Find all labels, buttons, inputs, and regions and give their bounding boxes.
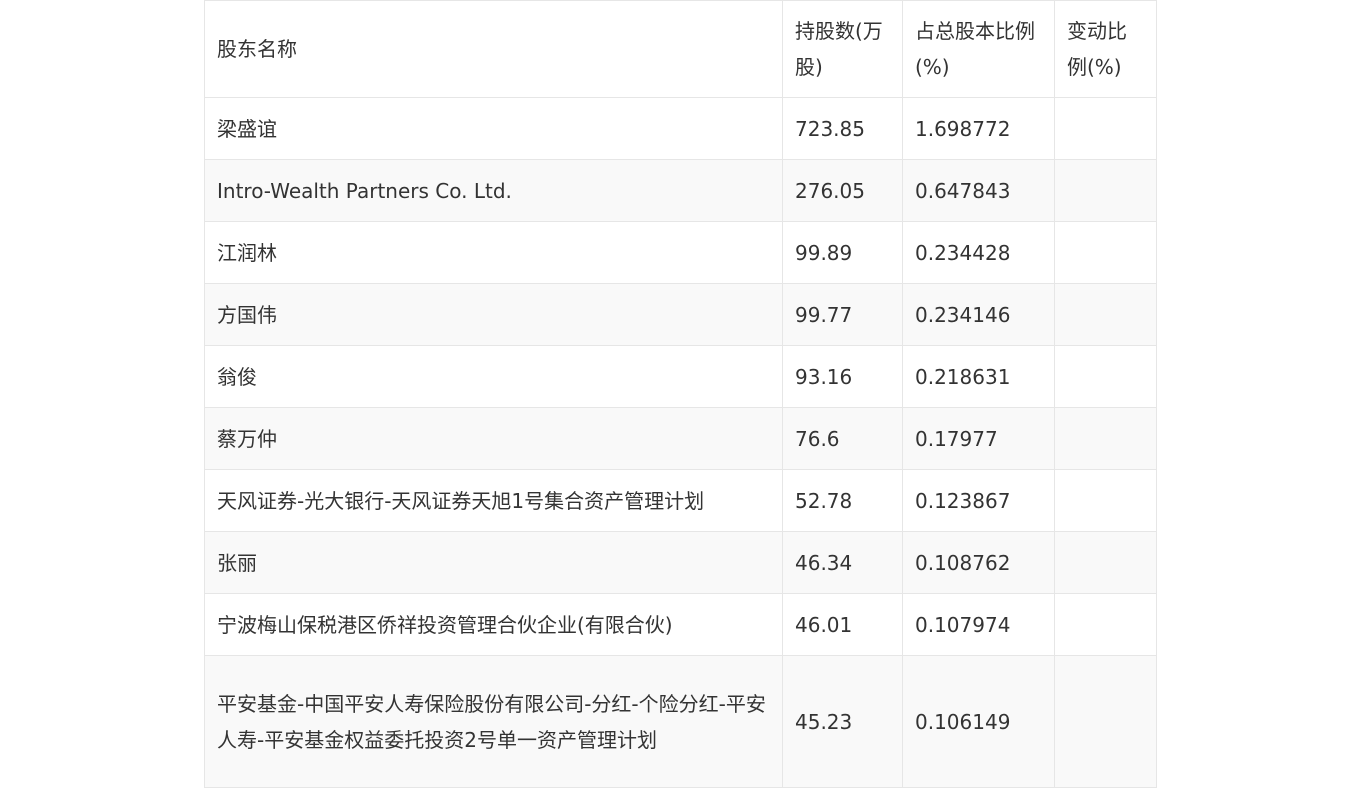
cell-share-ratio: 0.647843	[902, 159, 1055, 222]
cell-change-ratio	[1054, 531, 1157, 594]
header-shareholder-name: 股东名称	[204, 0, 783, 98]
cell-share-ratio: 0.234428	[902, 221, 1055, 284]
cell-share-ratio: 0.17977	[902, 407, 1055, 470]
cell-shareholder-name: 张丽	[204, 531, 783, 594]
header-share-ratio: 占总股本比例(%)	[902, 0, 1055, 98]
cell-shares-held: 99.77	[782, 283, 903, 346]
header-change-ratio: 变动比例(%)	[1054, 0, 1157, 98]
cell-shares-held: 93.16	[782, 345, 903, 408]
cell-change-ratio	[1054, 159, 1157, 222]
cell-share-ratio: 0.106149	[902, 655, 1055, 788]
table-row: 张丽 46.34 0.108762	[204, 531, 1157, 594]
cell-shares-held: 46.01	[782, 593, 903, 656]
shareholder-table-container: 股东名称 持股数(万股) 占总股本比例(%) 变动比例(%) 梁盛谊 723.8…	[204, 0, 1157, 788]
cell-share-ratio: 0.218631	[902, 345, 1055, 408]
cell-change-ratio	[1054, 283, 1157, 346]
cell-shareholder-name: Intro-Wealth Partners Co. Ltd.	[204, 159, 783, 222]
cell-change-ratio	[1054, 469, 1157, 532]
table-row: 翁俊 93.16 0.218631	[204, 345, 1157, 408]
cell-change-ratio	[1054, 593, 1157, 656]
cell-shares-held: 52.78	[782, 469, 903, 532]
header-shares-held: 持股数(万股)	[782, 0, 903, 98]
table-row: 梁盛谊 723.85 1.698772	[204, 97, 1157, 160]
table-header-row: 股东名称 持股数(万股) 占总股本比例(%) 变动比例(%)	[204, 0, 1157, 98]
table-row: 天风证券-光大银行-天风证券天旭1号集合资产管理计划 52.78 0.12386…	[204, 469, 1157, 532]
cell-share-ratio: 0.123867	[902, 469, 1055, 532]
table-row: 方国伟 99.77 0.234146	[204, 283, 1157, 346]
cell-shareholder-name: 梁盛谊	[204, 97, 783, 160]
cell-shares-held: 276.05	[782, 159, 903, 222]
cell-shareholder-name: 江润林	[204, 221, 783, 284]
cell-shareholder-name: 翁俊	[204, 345, 783, 408]
table-row: 江润林 99.89 0.234428	[204, 221, 1157, 284]
cell-shareholder-name: 天风证券-光大银行-天风证券天旭1号集合资产管理计划	[204, 469, 783, 532]
table-row: 蔡万仲 76.6 0.17977	[204, 407, 1157, 470]
cell-share-ratio: 1.698772	[902, 97, 1055, 160]
cell-share-ratio: 0.234146	[902, 283, 1055, 346]
cell-change-ratio	[1054, 221, 1157, 284]
shareholder-table: 股东名称 持股数(万股) 占总股本比例(%) 变动比例(%) 梁盛谊 723.8…	[204, 0, 1157, 788]
cell-change-ratio	[1054, 407, 1157, 470]
cell-change-ratio	[1054, 97, 1157, 160]
cell-shareholder-name: 平安基金-中国平安人寿保险股份有限公司-分红-个险分红-平安人寿-平安基金权益委…	[204, 655, 783, 788]
table-row: 宁波梅山保税港区侨祥投资管理合伙企业(有限合伙) 46.01 0.107974	[204, 593, 1157, 656]
cell-change-ratio	[1054, 345, 1157, 408]
cell-shares-held: 723.85	[782, 97, 903, 160]
table-row: Intro-Wealth Partners Co. Ltd. 276.05 0.…	[204, 159, 1157, 222]
cell-change-ratio	[1054, 655, 1157, 788]
cell-share-ratio: 0.108762	[902, 531, 1055, 594]
cell-shareholder-name: 宁波梅山保税港区侨祥投资管理合伙企业(有限合伙)	[204, 593, 783, 656]
cell-shareholder-name: 蔡万仲	[204, 407, 783, 470]
cell-shares-held: 45.23	[782, 655, 903, 788]
cell-shares-held: 76.6	[782, 407, 903, 470]
cell-shareholder-name: 方国伟	[204, 283, 783, 346]
cell-shares-held: 99.89	[782, 221, 903, 284]
cell-shares-held: 46.34	[782, 531, 903, 594]
cell-share-ratio: 0.107974	[902, 593, 1055, 656]
table-row: 平安基金-中国平安人寿保险股份有限公司-分红-个险分红-平安人寿-平安基金权益委…	[204, 655, 1157, 788]
